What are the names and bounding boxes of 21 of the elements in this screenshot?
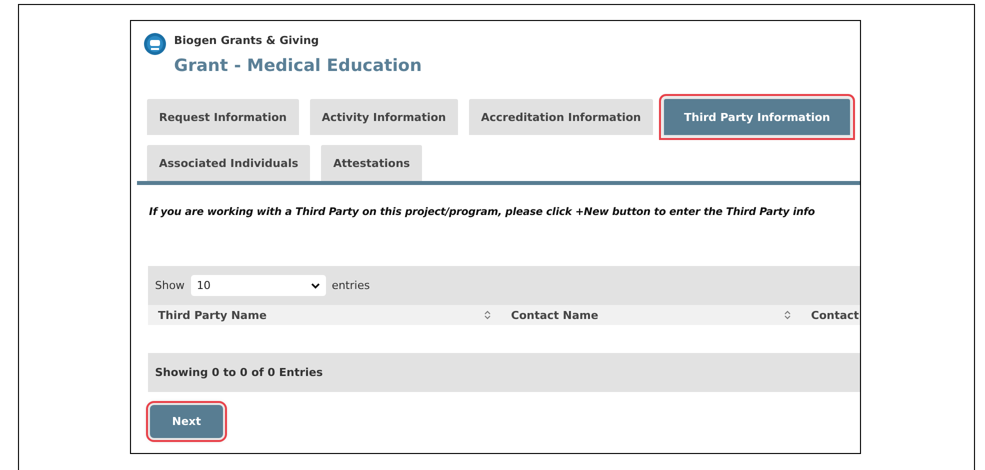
instruction-text: If you are working with a Third Party on this project/program, please click +New button to enter the Third Party info — [149, 206, 816, 218]
tab[interactable]: Activity Information — [310, 99, 458, 135]
next-button[interactable]: Next — [150, 405, 223, 438]
column-header[interactable]: Contact Name — [511, 308, 598, 322]
show-label: Show — [155, 279, 185, 292]
tab[interactable]: Third Party Information — [664, 99, 850, 135]
table-info: Showing 0 to 0 of 0 Entries — [155, 366, 323, 379]
column-header[interactable]: Third Party Name — [158, 308, 267, 322]
tab[interactable]: Associated Individuals — [147, 145, 310, 181]
logo-icon — [144, 33, 166, 55]
page-title: Grant - Medical Education — [174, 56, 422, 76]
sort-icon[interactable] — [484, 310, 491, 320]
page-length-select[interactable]: 10 — [190, 275, 326, 296]
sort-icon[interactable] — [784, 310, 791, 320]
brand-name: Biogen Grants & Giving — [174, 34, 320, 47]
column-header[interactable]: Contact — [811, 308, 859, 322]
tab[interactable]: Accreditation Information — [469, 99, 654, 135]
tab[interactable]: Attestations — [321, 145, 422, 181]
tab[interactable]: Request Information — [147, 99, 299, 135]
entries-label: entries — [332, 279, 370, 292]
chevron-down-icon — [310, 282, 320, 288]
